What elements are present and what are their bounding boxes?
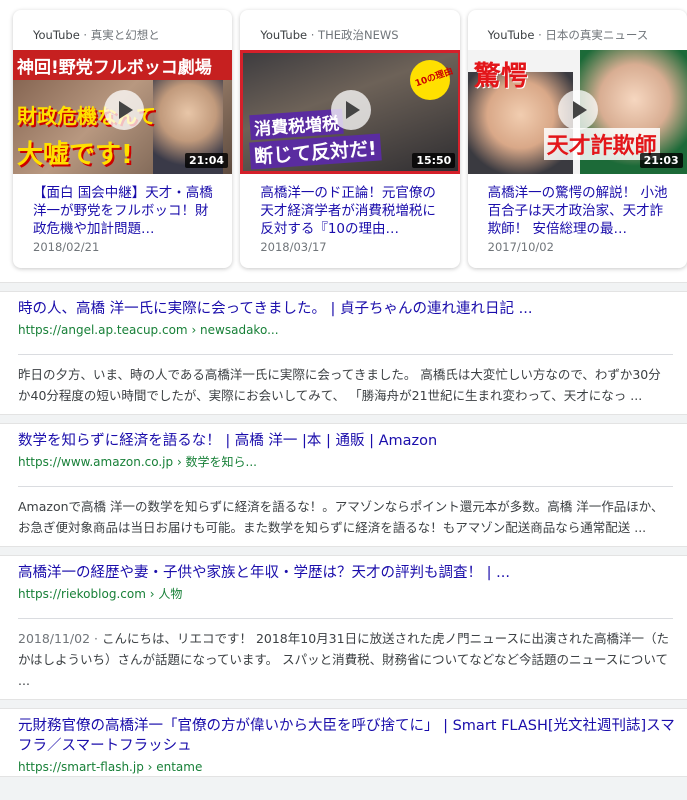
result-snippet: Amazonで高橋 洋一の数学を知らずに経済を語るな！。アマゾンならポイント還元… — [18, 499, 664, 535]
video-card[interactable]: YouTube · 真実と幻想と 神回!野党フルボッコ劇場 財政危機なんて 大嘘… — [13, 10, 233, 268]
result-snippet: 昨日の夕方、いま、時の人である高橋洋一氏に実際に会ってきました。 高橋氏は大変忙… — [18, 367, 661, 403]
result-url[interactable]: https://angel.ap.teacup.com › newsadako.… — [18, 319, 687, 339]
result-title-link[interactable]: 数学を知らずに経済を語るな！ | 高橋 洋一 |本 | 通販 | Amazon — [18, 424, 687, 451]
result-snippet: 2018/11/02 · こんにちは、リエコです！ 2018年10月31日に放送… — [18, 631, 669, 688]
thumbnail-caption: 驚愕 — [473, 61, 528, 92]
video-duration: 15:50 — [412, 153, 456, 168]
play-icon[interactable] — [330, 90, 371, 130]
search-result: 時の人、高橋 洋一氏に実際に会ってきました。 | 貞子ちゃんの連れ連れ日記 ..… — [0, 291, 687, 415]
result-url[interactable]: https://smart-flash.jp › entame — [18, 756, 687, 776]
video-source: YouTube · 真実と幻想と — [33, 28, 160, 42]
result-title-link[interactable]: 時の人、高橋 洋一氏に実際に会ってきました。 | 貞子ちゃんの連れ連れ日記 ..… — [18, 292, 687, 319]
result-url[interactable]: https://www.amazon.co.jp › 数学を知ら... — [18, 451, 687, 471]
video-date: 2018/03/17 — [260, 240, 327, 254]
video-thumbnail[interactable]: 神回!野党フルボッコ劇場 財政危機なんて 大嘘です! 21:04 — [13, 50, 233, 174]
thumbnail-caption: 大嘘です! — [17, 140, 133, 170]
video-card[interactable]: YouTube · THE政治NEWS 10の理由 消費税増税 断じて反対だ! … — [240, 10, 460, 268]
search-result: 数学を知らずに経済を語るな！ | 高橋 洋一 |本 | 通販 | Amazon … — [0, 423, 687, 547]
video-date: 2018/02/21 — [33, 240, 100, 254]
video-card[interactable]: YouTube · 日本の真実ニュース 驚愕 天才詐欺師 21:03 高橋洋一の… — [467, 10, 687, 268]
video-duration: 21:04 — [184, 153, 228, 168]
result-url[interactable]: https://riekoblog.com › 人物 — [18, 583, 687, 603]
video-source: YouTube · 日本の真実ニュース — [487, 28, 649, 42]
search-result: 元財務官僚の高橋洋一「官僚の方が偉いから大臣を呼び捨てに」 | Smart FL… — [0, 708, 687, 777]
video-thumbnail[interactable]: 驚愕 天才詐欺師 21:03 — [467, 50, 687, 174]
video-thumbnail[interactable]: 10の理由 消費税増税 断じて反対だ! 15:50 — [240, 50, 460, 174]
video-date: 2017/10/02 — [487, 240, 554, 254]
play-icon[interactable] — [103, 90, 144, 130]
result-title-link[interactable]: 元財務官僚の高橋洋一「官僚の方が偉いから大臣を呼び捨てに」 | Smart FL… — [18, 709, 687, 756]
video-title[interactable]: 【面白 国会中継】天才・高橋洋一が野党をフルボッコ！財政危機や加計問題… — [13, 174, 232, 238]
video-title[interactable]: 高橋洋一の驚愕の解説！ 小池百合子は天才政治家、天才詐欺師！ 安倍総理の最… — [468, 174, 687, 238]
video-source: YouTube · THE政治NEWS — [260, 28, 399, 42]
thumbnail-caption: 神回!野党フルボッコ劇場 — [17, 58, 212, 78]
result-date: 2018/11/02 · — [18, 631, 102, 646]
search-result: 高橋洋一の経歴や妻・子供や家族と年収・学歴は？天才の評判も調査！ | ... h… — [0, 555, 687, 700]
video-duration: 21:03 — [639, 153, 683, 168]
video-carousel: YouTube · 真実と幻想と 神回!野党フルボッコ劇場 財政危機なんて 大嘘… — [0, 0, 687, 283]
video-title[interactable]: 高橋洋一のド正論！元官僚の天才経済学者が消費税増税に反対する『10の理由… — [240, 174, 459, 238]
result-title-link[interactable]: 高橋洋一の経歴や妻・子供や家族と年収・学歴は？天才の評判も調査！ | ... — [18, 556, 687, 583]
play-icon[interactable] — [558, 90, 599, 130]
